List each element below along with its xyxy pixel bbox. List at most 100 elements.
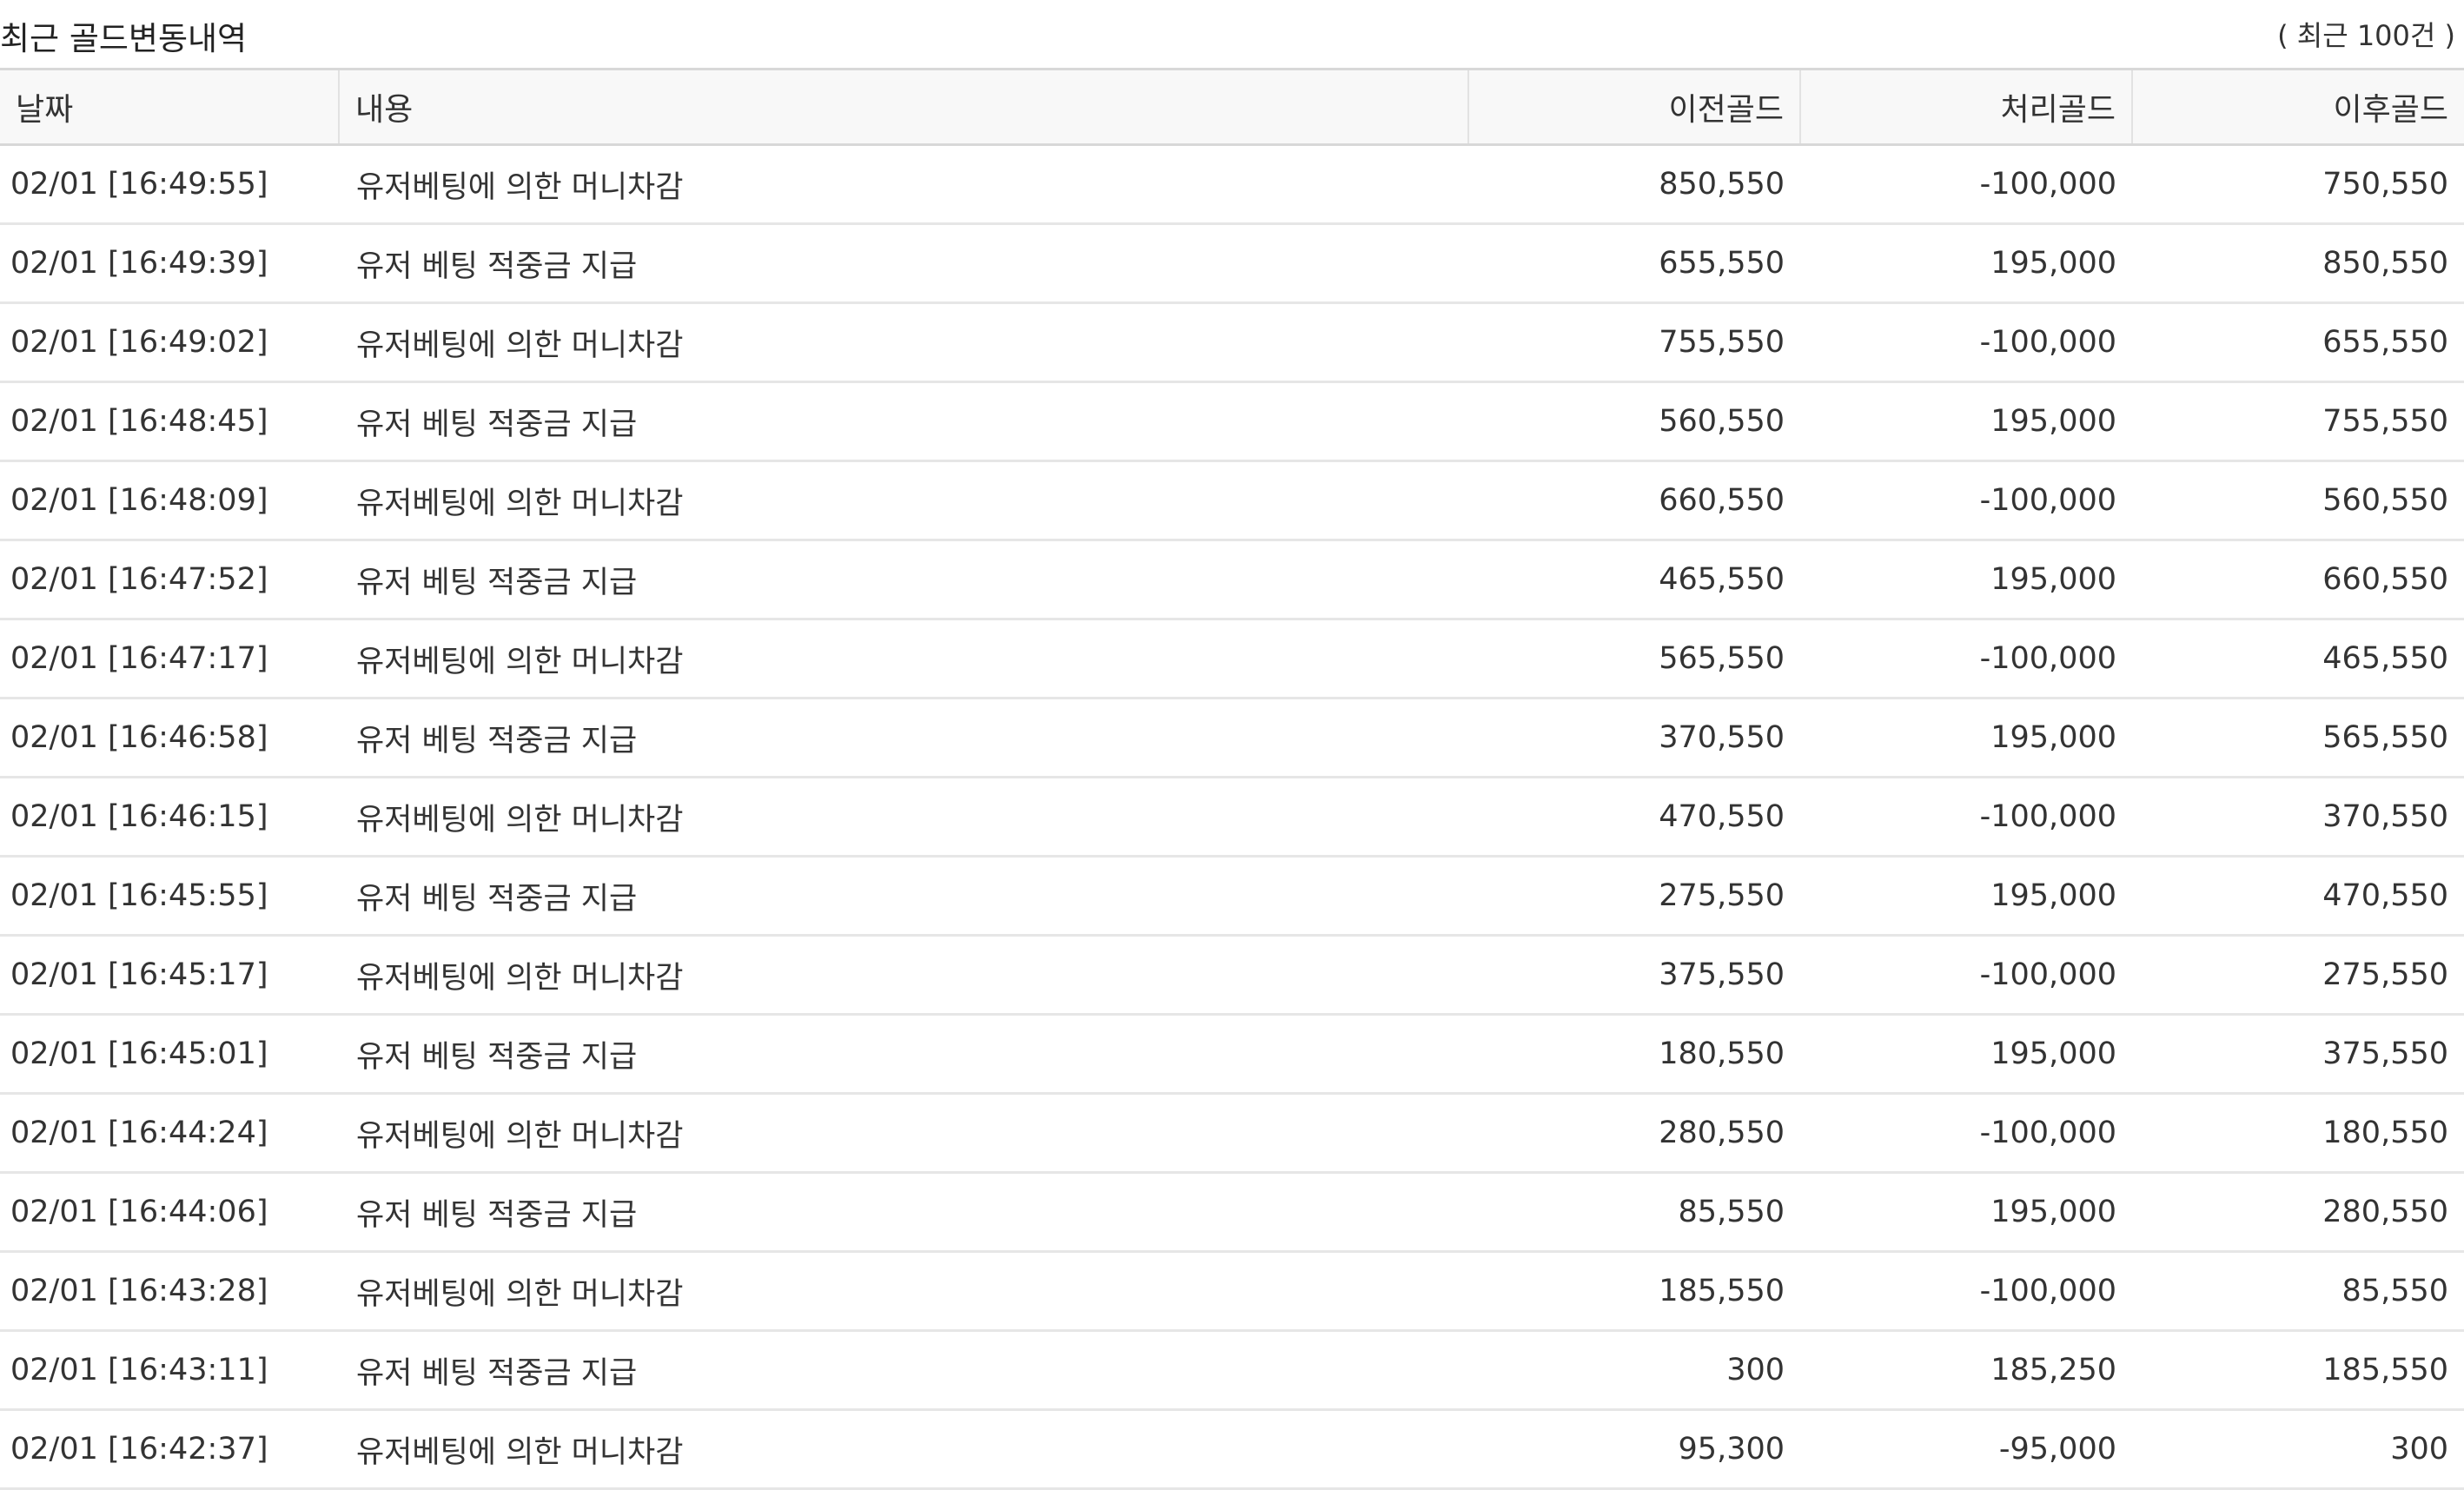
cell-date: 02/01 [16:44:24] bbox=[0, 1093, 339, 1174]
cell-date: 02/01 [16:48:45] bbox=[0, 381, 339, 462]
cell-description: 유저베팅에 의한 머니차감 bbox=[339, 302, 1468, 383]
cell-previous-gold: 560,550 bbox=[1468, 381, 1800, 462]
cell-after-gold: 660,550 bbox=[2132, 540, 2464, 620]
cell-description: 유저베팅에 의한 머니차감 bbox=[339, 1093, 1468, 1174]
cell-processed-gold: 195,000 bbox=[1800, 381, 2132, 462]
table-header-row: 날짜 내용 이전골드 처리골드 이후골드 bbox=[0, 68, 2464, 146]
cell-date: 02/01 [16:48:09] bbox=[0, 460, 339, 541]
column-header-after-gold: 이후골드 bbox=[2132, 68, 2464, 146]
cell-previous-gold: 300 bbox=[1468, 1330, 1800, 1411]
cell-description: 유저베팅에 의한 머니차감 bbox=[339, 619, 1468, 699]
cell-processed-gold: 195,000 bbox=[1800, 223, 2132, 304]
cell-date: 02/01 [16:47:17] bbox=[0, 619, 339, 699]
cell-description: 유저베팅에 의한 머니차감 bbox=[339, 777, 1468, 858]
cell-previous-gold: 185,550 bbox=[1468, 1251, 1800, 1332]
table-row: 02/01 [16:44:24] 유저베팅에 의한 머니차감 280,550 -100… bbox=[0, 1093, 2464, 1174]
table-row: 02/01 [16:49:39] 유저 베팅 적중금 지급 655,550 195,0… bbox=[0, 223, 2464, 304]
table-row: 02/01 [16:46:15] 유저베팅에 의한 머니차감 470,550 -100… bbox=[0, 777, 2464, 858]
cell-previous-gold: 565,550 bbox=[1468, 619, 1800, 699]
cell-previous-gold: 470,550 bbox=[1468, 777, 1800, 858]
cell-description: 유저베팅에 의한 머니차감 bbox=[339, 460, 1468, 541]
cell-after-gold: 750,550 bbox=[2132, 144, 2464, 225]
cell-date: 02/01 [16:49:55] bbox=[0, 144, 339, 225]
cell-after-gold: 375,550 bbox=[2132, 1014, 2464, 1095]
table-row: 02/01 [16:49:02] 유저베팅에 의한 머니차감 755,550 -100… bbox=[0, 302, 2464, 383]
cell-after-gold: 85,550 bbox=[2132, 1251, 2464, 1332]
cell-processed-gold: -100,000 bbox=[1800, 777, 2132, 858]
gold-history-table: 날짜 내용 이전골드 처리골드 이후골드 02/01 [16:49:55] 유저베… bbox=[0, 68, 2464, 1490]
cell-date: 02/01 [16:45:17] bbox=[0, 935, 339, 1016]
cell-previous-gold: 755,550 bbox=[1468, 302, 1800, 383]
cell-processed-gold: 195,000 bbox=[1800, 540, 2132, 620]
table-row: 02/01 [16:42:37] 유저베팅에 의한 머니차감 95,300 -95,0… bbox=[0, 1409, 2464, 1490]
cell-date: 02/01 [16:42:37] bbox=[0, 1409, 339, 1490]
cell-date: 02/01 [16:45:55] bbox=[0, 856, 339, 937]
column-header-date: 날짜 bbox=[0, 68, 340, 146]
cell-description: 유저 베팅 적중금 지급 bbox=[339, 1330, 1468, 1411]
table-row: 02/01 [16:48:09] 유저베팅에 의한 머니차감 660,550 -100… bbox=[0, 460, 2464, 541]
cell-previous-gold: 95,300 bbox=[1468, 1409, 1800, 1490]
cell-description: 유저베팅에 의한 머니차감 bbox=[339, 144, 1468, 225]
cell-previous-gold: 280,550 bbox=[1468, 1093, 1800, 1174]
cell-after-gold: 465,550 bbox=[2132, 619, 2464, 699]
column-header-previous-gold: 이전골드 bbox=[1468, 68, 1801, 146]
cell-description: 유저 베팅 적중금 지급 bbox=[339, 540, 1468, 620]
table-row: 02/01 [16:45:55] 유저 베팅 적중금 지급 275,550 195,0… bbox=[0, 856, 2464, 937]
cell-processed-gold: -100,000 bbox=[1800, 935, 2132, 1016]
cell-description: 유저베팅에 의한 머니차감 bbox=[339, 935, 1468, 1016]
table-row: 02/01 [16:48:45] 유저 베팅 적중금 지급 560,550 195,0… bbox=[0, 381, 2464, 462]
cell-previous-gold: 180,550 bbox=[1468, 1014, 1800, 1095]
cell-after-gold: 370,550 bbox=[2132, 777, 2464, 858]
cell-date: 02/01 [16:44:06] bbox=[0, 1172, 339, 1253]
cell-date: 02/01 [16:45:01] bbox=[0, 1014, 339, 1095]
cell-description: 유저 베팅 적중금 지급 bbox=[339, 1014, 1468, 1095]
cell-processed-gold: 195,000 bbox=[1800, 1172, 2132, 1253]
cell-previous-gold: 85,550 bbox=[1468, 1172, 1800, 1253]
cell-date: 02/01 [16:43:28] bbox=[0, 1251, 339, 1332]
column-header-processed-gold: 처리골드 bbox=[1800, 68, 2133, 146]
cell-after-gold: 655,550 bbox=[2132, 302, 2464, 383]
cell-date: 02/01 [16:49:39] bbox=[0, 223, 339, 304]
cell-after-gold: 185,550 bbox=[2132, 1330, 2464, 1411]
table-row: 02/01 [16:43:11] 유저 베팅 적중금 지급 300 185,250 18… bbox=[0, 1330, 2464, 1411]
cell-previous-gold: 375,550 bbox=[1468, 935, 1800, 1016]
cell-date: 02/01 [16:47:52] bbox=[0, 540, 339, 620]
cell-description: 유저 베팅 적중금 지급 bbox=[339, 698, 1468, 778]
cell-date: 02/01 [16:49:02] bbox=[0, 302, 339, 383]
cell-processed-gold: -100,000 bbox=[1800, 1251, 2132, 1332]
column-header-description: 내용 bbox=[339, 68, 1469, 146]
cell-previous-gold: 655,550 bbox=[1468, 223, 1800, 304]
cell-processed-gold: -100,000 bbox=[1800, 460, 2132, 541]
cell-processed-gold: -100,000 bbox=[1800, 619, 2132, 699]
cell-after-gold: 180,550 bbox=[2132, 1093, 2464, 1174]
cell-processed-gold: 195,000 bbox=[1800, 698, 2132, 778]
cell-date: 02/01 [16:43:11] bbox=[0, 1330, 339, 1411]
table-row: 02/01 [16:46:58] 유저 베팅 적중금 지급 370,550 195,0… bbox=[0, 698, 2464, 778]
cell-description: 유저베팅에 의한 머니차감 bbox=[339, 1251, 1468, 1332]
cell-processed-gold: -100,000 bbox=[1800, 302, 2132, 383]
cell-date: 02/01 [16:46:58] bbox=[0, 698, 339, 778]
cell-after-gold: 565,550 bbox=[2132, 698, 2464, 778]
cell-previous-gold: 850,550 bbox=[1468, 144, 1800, 225]
table-row: 02/01 [16:45:17] 유저베팅에 의한 머니차감 375,550 -100… bbox=[0, 935, 2464, 1016]
table-row: 02/01 [16:44:06] 유저 베팅 적중금 지급 85,550 195,00… bbox=[0, 1172, 2464, 1253]
cell-processed-gold: -100,000 bbox=[1800, 1093, 2132, 1174]
cell-processed-gold: 195,000 bbox=[1800, 1014, 2132, 1095]
cell-after-gold: 755,550 bbox=[2132, 381, 2464, 462]
table-row: 02/01 [16:43:28] 유저베팅에 의한 머니차감 185,550 -100… bbox=[0, 1251, 2464, 1332]
cell-after-gold: 560,550 bbox=[2132, 460, 2464, 541]
table-row: 02/01 [16:47:52] 유저 베팅 적중금 지급 465,550 195,0… bbox=[0, 540, 2464, 620]
cell-previous-gold: 275,550 bbox=[1468, 856, 1800, 937]
cell-description: 유저 베팅 적중금 지급 bbox=[339, 223, 1468, 304]
cell-processed-gold: 185,250 bbox=[1800, 1330, 2132, 1411]
cell-after-gold: 850,550 bbox=[2132, 223, 2464, 304]
cell-previous-gold: 660,550 bbox=[1468, 460, 1800, 541]
cell-description: 유저 베팅 적중금 지급 bbox=[339, 856, 1468, 937]
cell-previous-gold: 465,550 bbox=[1468, 540, 1800, 620]
section-header: 최근 골드변동내역 ( 최근 100건 ) bbox=[0, 0, 2464, 68]
cell-processed-gold: 195,000 bbox=[1800, 856, 2132, 937]
cell-previous-gold: 370,550 bbox=[1468, 698, 1800, 778]
cell-date: 02/01 [16:46:15] bbox=[0, 777, 339, 858]
table-row: 02/01 [16:45:01] 유저 베팅 적중금 지급 180,550 195,0… bbox=[0, 1014, 2464, 1095]
record-count-label: ( 최근 100건 ) bbox=[2277, 19, 2455, 52]
